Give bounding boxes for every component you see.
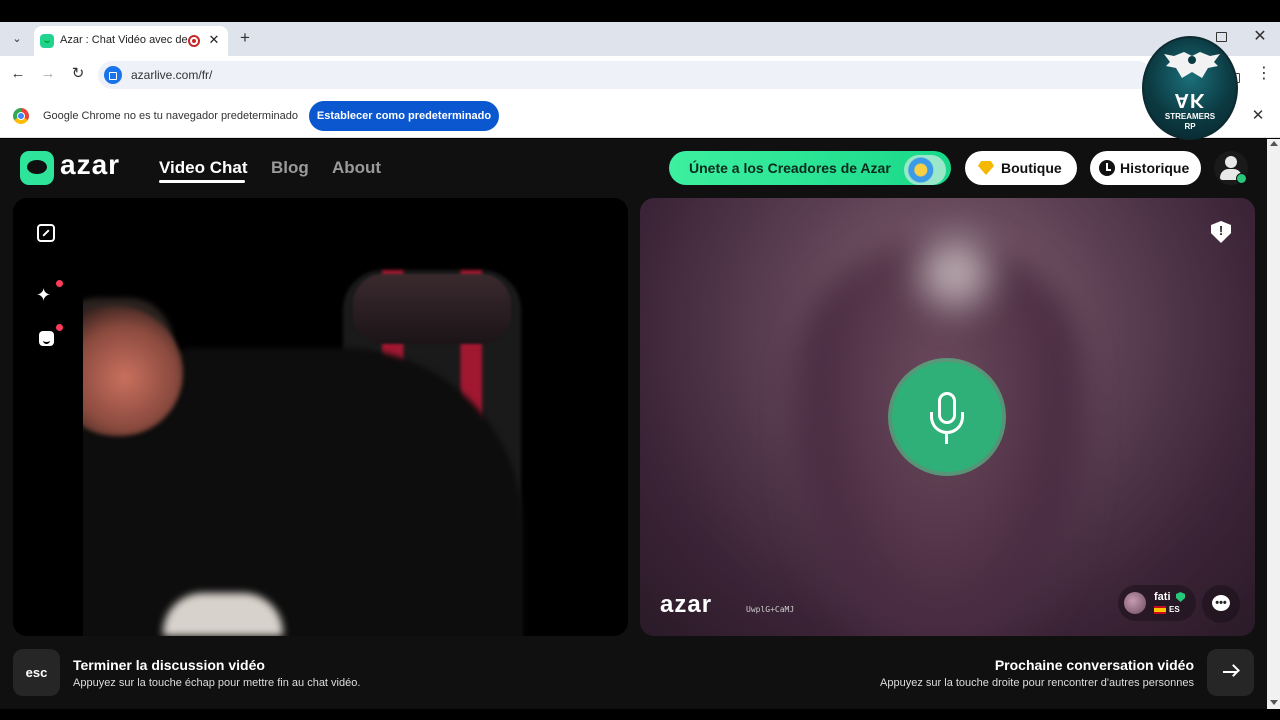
back-button[interactable]: ←	[8, 64, 28, 84]
verified-badge-icon	[1176, 592, 1185, 602]
filter-notification-dot	[56, 324, 63, 331]
tab-title: Azar : Chat Vidéo avec de n	[60, 34, 188, 46]
arrow-right-icon-head	[1227, 664, 1240, 677]
reload-button[interactable]: ↻	[68, 64, 88, 84]
eagle-wings-icon	[1164, 52, 1220, 78]
partner-profile-chip[interactable]: fati ES	[1118, 585, 1196, 621]
microphone-icon-arc	[930, 412, 964, 434]
url-text: azarlive.com/fr/	[131, 68, 213, 82]
tab-close-icon[interactable]: ✕	[206, 32, 222, 48]
join-creators-button[interactable]: Únete a los Creadores de Azar	[669, 151, 951, 185]
default-browser-infobar: Google Chrome no es tu navegador predete…	[0, 94, 1280, 138]
blurred-light	[920, 238, 990, 308]
next-chat-button[interactable]	[1207, 649, 1254, 696]
end-chat-hint: Appuyez sur la touche échap pour mettre …	[73, 677, 361, 689]
azar-favicon-icon	[40, 34, 54, 48]
partner-name: fati	[1154, 591, 1171, 603]
esc-key-button[interactable]: esc	[13, 649, 60, 696]
effects-notification-dot	[56, 280, 63, 287]
partner-language: ES	[1169, 605, 1180, 614]
address-bar[interactable]: azarlive.com/fr/	[98, 61, 1240, 89]
site-info-icon[interactable]	[104, 66, 122, 84]
scroll-up-icon[interactable]	[1270, 141, 1278, 146]
end-chat-title: Terminer la discussion vidéo	[73, 657, 265, 673]
scroll-down-icon[interactable]	[1270, 700, 1278, 705]
online-badge	[1236, 173, 1247, 184]
forward-button[interactable]: →	[38, 64, 58, 84]
streamer-watermark-logo: AK STREAMERS RP	[1142, 36, 1238, 140]
history-button[interactable]: Historique	[1090, 151, 1201, 185]
browser-tab-azar[interactable]: Azar : Chat Vidéo avec de n ✕	[34, 26, 228, 56]
azar-page: azar Video Chat Blog About Únete a los C…	[0, 139, 1267, 709]
chat-dots: •••	[1215, 597, 1227, 609]
next-chat-title: Prochaine conversation vidéo	[994, 657, 1194, 673]
nav-about[interactable]: About	[332, 158, 381, 178]
screen-bottom-bar	[0, 709, 1280, 720]
browser-toolbar: ← → ↻ azarlive.com/fr/ ⋮	[0, 56, 1280, 94]
infobar-close-button[interactable]: ✕	[1250, 106, 1266, 126]
exit-fullscreen-icon[interactable]	[37, 224, 55, 242]
set-default-button[interactable]: Establecer como predeterminado	[309, 101, 499, 131]
browser-tab-strip: ⌄ Azar : Chat Vidéo avec de n ✕ + ✕	[0, 22, 1280, 56]
nav-active-indicator	[159, 180, 245, 183]
video-dark-edge	[13, 198, 83, 636]
creators-illustration-icon	[904, 155, 946, 185]
microphone-icon-stem	[945, 434, 948, 444]
azar-video-watermark: azar	[660, 591, 713, 618]
gem-icon	[978, 161, 994, 175]
face-filter-icon[interactable]	[39, 331, 54, 346]
boutique-label: Boutique	[1001, 160, 1062, 176]
history-label: Historique	[1120, 160, 1190, 176]
gaming-chair-headrest	[353, 274, 511, 344]
next-chat-hint: Appuyez sur la touche droite pour rencon…	[880, 677, 1194, 689]
azar-logo-icon[interactable]	[20, 151, 54, 185]
floor-object	[163, 593, 283, 636]
partner-video-panel: azar UwplG+CaMJ fati ES •••	[640, 198, 1255, 636]
effects-sparkle-icon[interactable]: ✦	[36, 285, 51, 306]
watermark-subtitle-2: RP	[1184, 122, 1196, 131]
watermark-code: UwplG+CaMJ	[746, 605, 795, 614]
window-restore-icon[interactable]	[1216, 32, 1227, 42]
chrome-logo-icon	[13, 108, 29, 124]
screen-top-bar	[0, 0, 1280, 22]
partner-avatar	[1124, 592, 1146, 614]
new-tab-button[interactable]: +	[236, 28, 254, 48]
infobar-message: Google Chrome no es tu navegador predete…	[43, 110, 298, 122]
nav-blog[interactable]: Blog	[271, 158, 309, 178]
page-scrollbar[interactable]	[1267, 139, 1280, 709]
watermark-title: AK	[1174, 89, 1206, 111]
profile-avatar-button[interactable]	[1214, 151, 1248, 185]
window-close-button[interactable]: ✕	[1252, 27, 1268, 47]
microphone-button[interactable]	[892, 362, 1002, 472]
user-icon	[1225, 156, 1237, 168]
nav-video-chat[interactable]: Video Chat	[159, 158, 247, 178]
chat-button[interactable]: •••	[1202, 585, 1240, 623]
browser-menu-button[interactable]: ⋮	[1256, 64, 1272, 84]
recording-icon	[188, 35, 200, 47]
azar-logo-text[interactable]: azar	[60, 149, 120, 181]
watermark-subtitle: STREAMERS	[1164, 112, 1216, 121]
clock-icon	[1099, 160, 1115, 176]
join-creators-label: Únete a los Creadores de Azar	[689, 160, 891, 176]
report-shield-icon[interactable]	[1211, 221, 1231, 243]
tab-search-chevron-icon[interactable]: ⌄	[7, 30, 27, 48]
self-video-panel: ✦	[13, 198, 628, 636]
boutique-button[interactable]: Boutique	[965, 151, 1077, 185]
spain-flag-icon	[1154, 606, 1166, 614]
